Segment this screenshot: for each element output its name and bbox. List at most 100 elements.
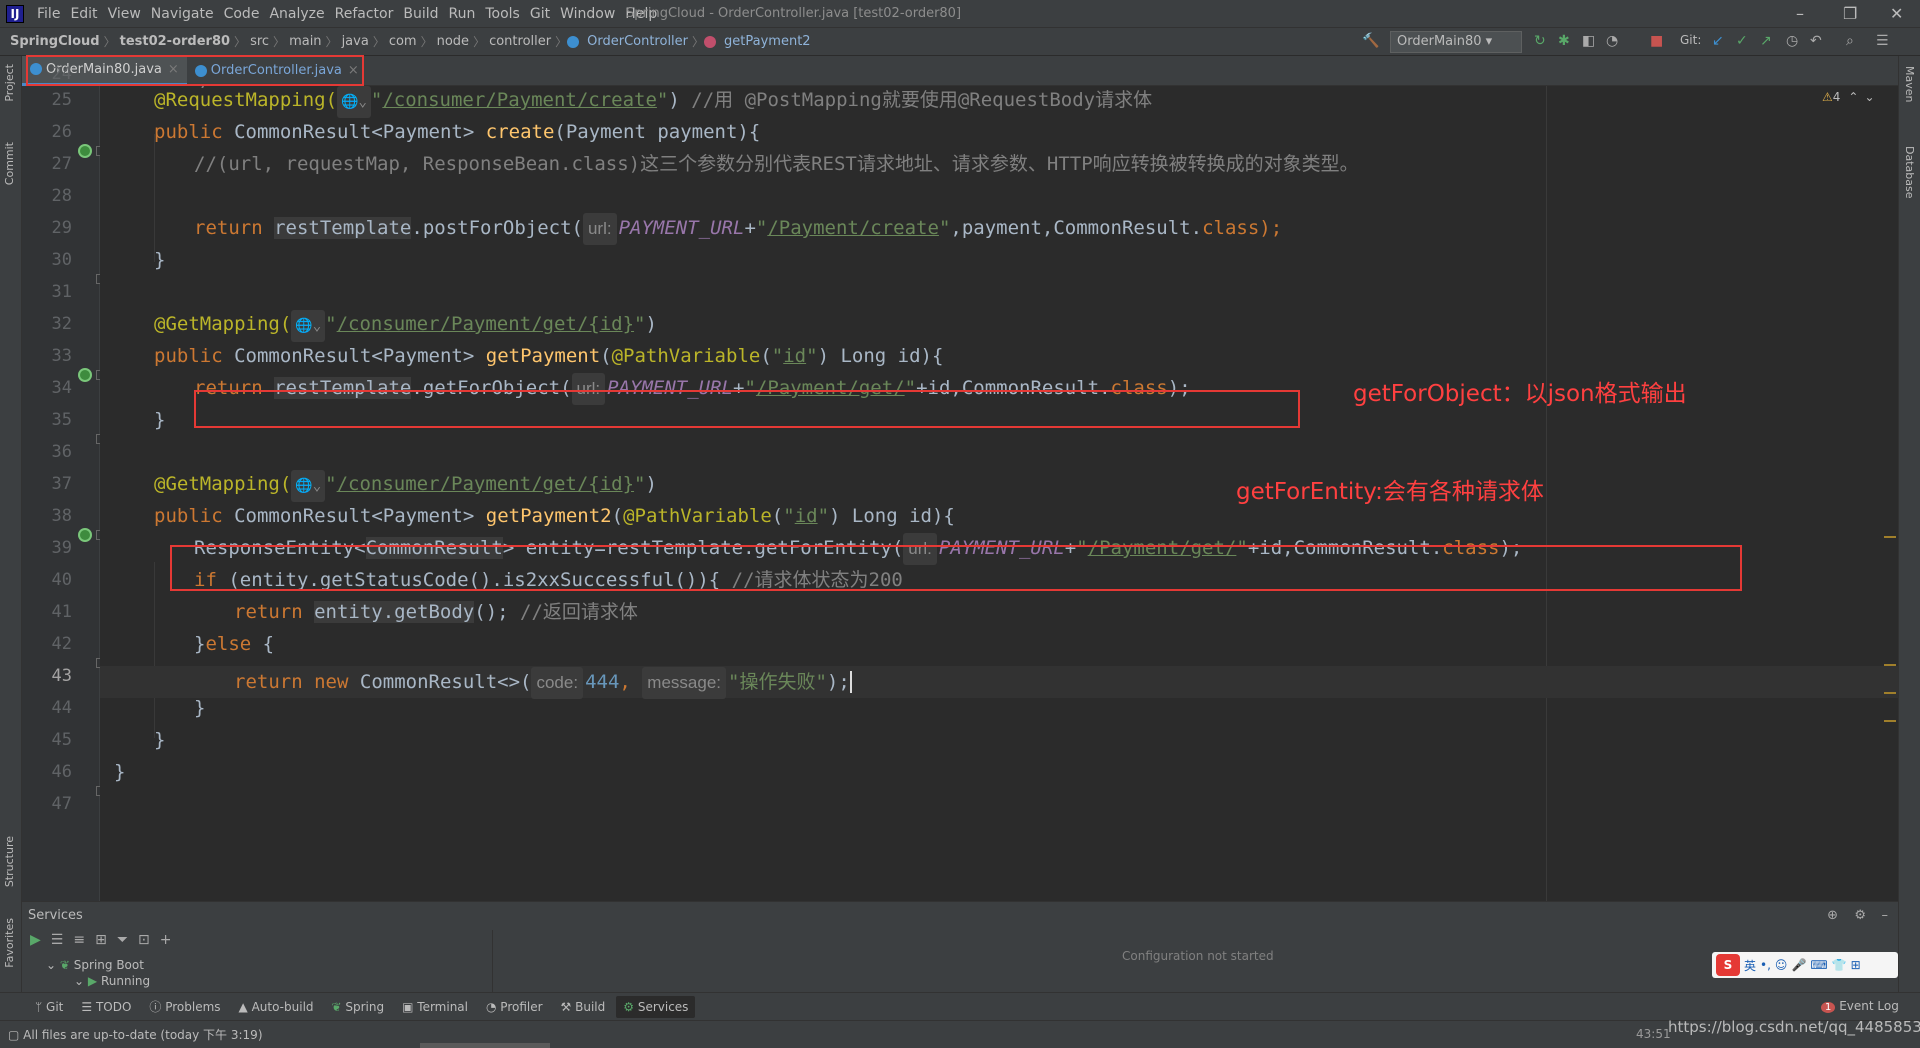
menu-refactor[interactable]: Refactor: [330, 6, 399, 22]
run-icon[interactable]: ▶: [30, 932, 41, 948]
menu-git[interactable]: Git: [525, 6, 555, 22]
tool-todo[interactable]: ☰ TODO: [74, 996, 138, 1018]
warning-stripe-mark[interactable]: [1884, 692, 1896, 694]
punctuation-icon[interactable]: •,: [1760, 958, 1771, 972]
url-string[interactable]: /consumer/Payment/get/{id}: [337, 313, 634, 335]
endpoint-run-icon[interactable]: [78, 528, 92, 542]
collapse-all-icon[interactable]: ≡: [73, 932, 85, 948]
expand-all-icon[interactable]: ☰: [51, 932, 64, 948]
menu-code[interactable]: Code: [219, 6, 265, 22]
debug-icon[interactable]: ✱: [1558, 33, 1570, 49]
minimize-button[interactable]: –: [1796, 4, 1804, 23]
tool-git[interactable]: ᛘ Git: [28, 996, 70, 1018]
git-update-icon[interactable]: ↙: [1712, 33, 1724, 49]
globe-icon[interactable]: 🌐⌄: [337, 86, 371, 118]
maximize-button[interactable]: ❐: [1843, 4, 1857, 23]
database-tool-button[interactable]: Database: [1903, 146, 1916, 199]
ide-features-icon[interactable]: ☰: [1876, 33, 1889, 49]
chevron-down-icon[interactable]: ⌄: [1864, 90, 1874, 104]
breadcrumb-controller[interactable]: controller: [485, 34, 555, 49]
tool-event-log[interactable]: 1 Event Log: [1814, 995, 1906, 1017]
panel-divider[interactable]: [492, 930, 493, 993]
tool-label: TODO: [95, 999, 132, 1014]
breadcrumb-module[interactable]: test02-order80: [116, 34, 234, 49]
search-everywhere-icon[interactable]: ⌕: [1846, 33, 1854, 49]
tool-services[interactable]: ⚙ Services: [616, 995, 696, 1018]
skin-icon[interactable]: 👕: [1832, 958, 1847, 972]
menu-view[interactable]: View: [103, 6, 146, 22]
warning-stripe-mark[interactable]: [1884, 536, 1896, 538]
endpoint-run-icon[interactable]: [78, 144, 92, 158]
tool-spring[interactable]: ❦ Spring: [325, 996, 392, 1018]
breadcrumb-project[interactable]: SpringCloud: [6, 34, 104, 49]
menu-edit[interactable]: Edit: [65, 6, 102, 22]
chevron-up-icon[interactable]: ⌃: [1848, 90, 1858, 104]
profiler-icon[interactable]: ◔: [1606, 33, 1618, 49]
git-commit-icon[interactable]: ✓: [1736, 33, 1748, 49]
add-icon[interactable]: +: [160, 932, 172, 948]
rerun-icon[interactable]: ↻: [1534, 33, 1546, 49]
globe-icon[interactable]: 🌐⌄: [291, 310, 326, 342]
stop-icon[interactable]: ■: [1650, 33, 1663, 49]
endpoint-run-icon[interactable]: [78, 368, 92, 382]
paren: ): [645, 473, 657, 495]
favorites-tool-button[interactable]: Favorites: [3, 918, 16, 968]
url-string[interactable]: /consumer/Payment/create: [382, 89, 657, 111]
breadcrumb-node[interactable]: node: [433, 34, 473, 49]
coverage-icon[interactable]: ◧: [1582, 33, 1595, 49]
ime-toolbar[interactable]: S 英 •, ☺ 🎤 ⌨ 👕 ⊞: [1712, 952, 1898, 978]
tool-terminal[interactable]: ▣ Terminal: [395, 996, 475, 1018]
breadcrumb-method[interactable]: getPayment2: [720, 34, 815, 49]
structure-tool-button[interactable]: Structure: [3, 836, 16, 887]
breadcrumb-src[interactable]: src: [246, 34, 273, 49]
git-push-icon[interactable]: ↗: [1760, 33, 1772, 49]
history-icon[interactable]: ◷: [1786, 33, 1798, 49]
group-icon[interactable]: ⊞: [95, 932, 107, 948]
breadcrumb-main[interactable]: main: [285, 34, 325, 49]
menu-run[interactable]: Run: [444, 6, 481, 22]
paren: ): [668, 89, 680, 111]
inspection-widget[interactable]: ⚠ 4 ⌃ ⌄: [1822, 90, 1875, 104]
tool-profiler[interactable]: ◔ Profiler: [479, 996, 550, 1018]
globe-icon[interactable]: 🌐⌄: [291, 470, 326, 502]
warning-stripe-mark[interactable]: [1884, 720, 1896, 722]
breadcrumb-java[interactable]: java: [338, 34, 373, 49]
maven-tool-button[interactable]: Maven: [1903, 66, 1916, 102]
keyboard-icon[interactable]: ⌨: [1810, 958, 1827, 972]
minimize-icon[interactable]: –: [1882, 908, 1889, 923]
breadcrumb-com[interactable]: com: [385, 34, 421, 49]
close-window-button[interactable]: ✕: [1890, 4, 1903, 23]
menu-navigate[interactable]: Navigate: [146, 6, 219, 22]
commit-tool-button[interactable]: Commit: [3, 142, 16, 185]
project-tool-button[interactable]: Project: [3, 64, 16, 102]
tree-item-spring-boot[interactable]: ⌄ ❦ Spring Boot: [22, 958, 492, 974]
menu-window[interactable]: Window: [555, 6, 620, 22]
code-editor[interactable]: * */ @RequestMapping(🌐⌄"/consumer/Paymen…: [100, 86, 1898, 901]
url-string[interactable]: /consumer/Payment/get/{id}: [337, 473, 634, 495]
menu-tools[interactable]: Tools: [480, 6, 525, 22]
new-tab-icon[interactable]: ⊡: [138, 932, 150, 948]
grid-icon[interactable]: ⊞: [1851, 958, 1861, 972]
caret-position[interactable]: 43:51: [1636, 1027, 1671, 1041]
ime-language[interactable]: 英: [1744, 957, 1756, 974]
horizontal-scrollbar[interactable]: [420, 1043, 550, 1048]
warning-stripe-mark[interactable]: [1884, 664, 1896, 666]
menu-file[interactable]: File: [32, 6, 65, 22]
tool-problems[interactable]: ⓘ Problems: [142, 994, 227, 1019]
menu-analyze[interactable]: Analyze: [264, 6, 329, 22]
rollback-icon[interactable]: ↶: [1810, 33, 1822, 49]
tool-build[interactable]: ⚒ Build: [554, 996, 613, 1018]
menu-build[interactable]: Build: [398, 6, 443, 22]
filter-icon[interactable]: ⏷: [117, 932, 128, 948]
run-configuration-dropdown[interactable]: OrderMain80 ▾: [1390, 31, 1522, 53]
url-string[interactable]: /Payment/create: [767, 217, 939, 239]
emoji-icon[interactable]: ☺: [1775, 958, 1788, 972]
method-name: getPayment2: [485, 505, 612, 527]
gear-icon[interactable]: ⚙: [1854, 908, 1866, 923]
microphone-icon[interactable]: 🎤: [1791, 958, 1806, 972]
tree-item-running[interactable]: ⌄ ▶ Running: [22, 974, 492, 990]
globe-icon[interactable]: ⊕: [1827, 908, 1838, 923]
build-hammer-icon[interactable]: 🔨: [1362, 33, 1379, 49]
breadcrumb-class[interactable]: OrderController: [583, 34, 692, 49]
tool-auto-build[interactable]: ▲ Auto-build: [232, 996, 321, 1018]
